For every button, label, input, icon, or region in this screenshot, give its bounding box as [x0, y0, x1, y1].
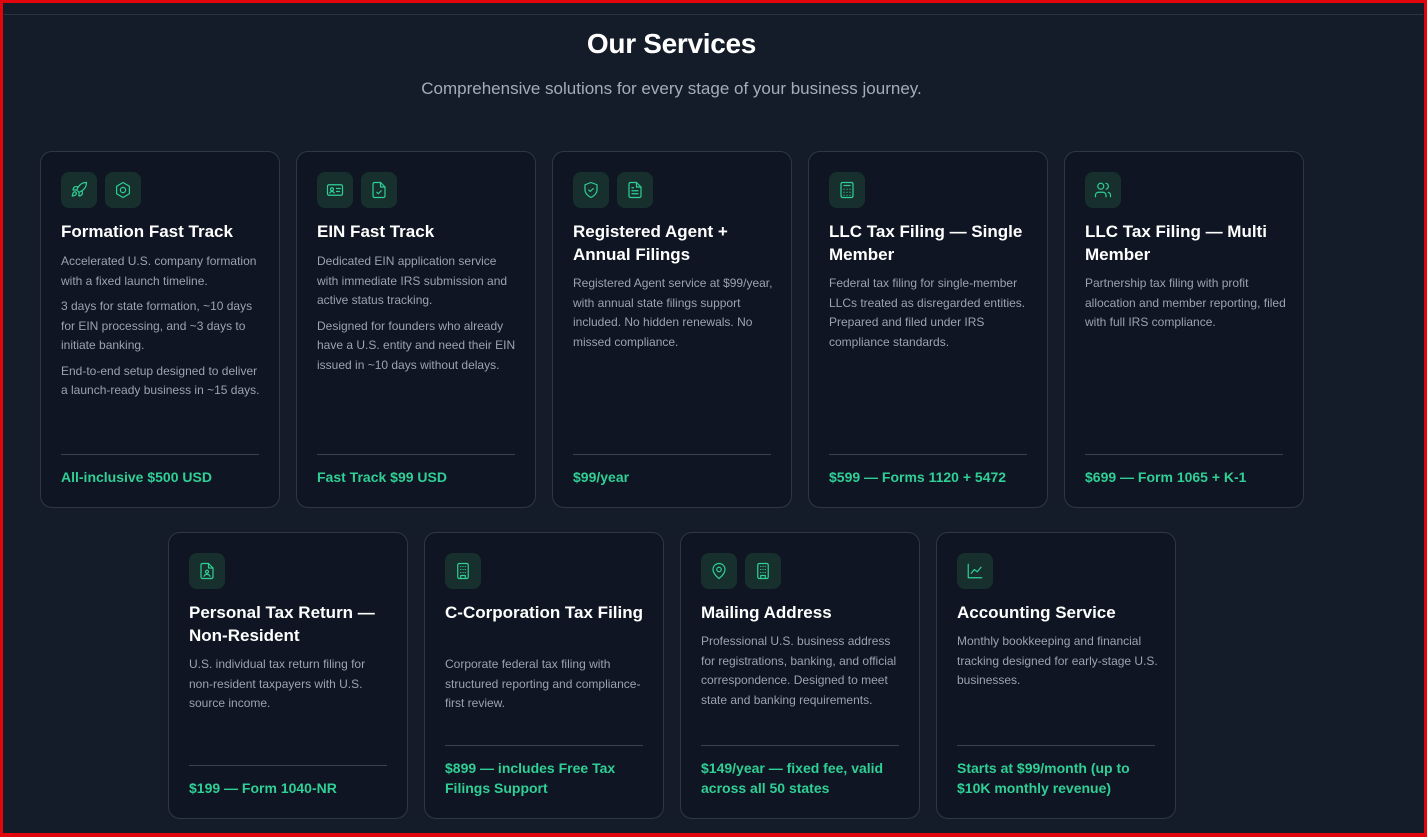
service-icons [957, 553, 993, 589]
service-description: Professional U.S. business address for r… [701, 632, 903, 710]
service-title: Formation Fast Track [61, 222, 233, 241]
service-description: Partnership tax filing with profit alloc… [1085, 274, 1287, 333]
users-icon [1085, 172, 1121, 208]
line-chart-icon [957, 553, 993, 589]
service-title: Personal Tax Return — Non-Resident [189, 603, 375, 645]
service-icons [317, 172, 397, 208]
header-divider [4, 14, 1423, 15]
service-description: Registered Agent service at $99/year, wi… [573, 274, 775, 352]
service-icons [701, 553, 781, 589]
service-description: Dedicated EIN application service with i… [317, 252, 519, 375]
service-title: EIN Fast Track [317, 222, 435, 241]
service-icons [829, 172, 865, 208]
service-card: Registered Agent + Annual Filings Registe… [552, 151, 792, 508]
service-icons [1085, 172, 1121, 208]
file-check-icon [361, 172, 397, 208]
service-icons [573, 172, 653, 208]
service-title: LLC Tax Filing — Single Member [829, 222, 1023, 264]
service-description-paragraph: U.S. individual tax return filing for no… [189, 657, 366, 710]
service-title: LLC Tax Filing — Multi Member [1085, 222, 1267, 264]
service-card: LLC Tax Filing — Single Member Federal ta… [808, 151, 1048, 508]
page-title: Our Services [586, 28, 757, 59]
price-divider [189, 765, 387, 766]
service-card: Accounting Service Monthly bookkeeping an… [936, 532, 1176, 819]
price-divider [1085, 454, 1283, 455]
service-description-paragraph: Registered Agent service at $99/year, wi… [573, 276, 773, 349]
price-divider [61, 454, 259, 455]
service-icons [189, 553, 225, 589]
service-description-paragraph: Corporate federal tax filing with struct… [445, 657, 641, 710]
service-description: Corporate federal tax filing with struct… [445, 655, 647, 714]
service-card: EIN Fast Track Dedicated EIN application … [296, 151, 536, 508]
price-divider [317, 454, 515, 455]
service-title: Registered Agent + Annual Filings [573, 222, 728, 264]
service-price: Fast Track $99 USD [317, 469, 447, 485]
price-divider [957, 745, 1155, 746]
service-price: $899 — includes Free Tax Filings Support [445, 760, 616, 796]
service-price: $99/year [573, 469, 630, 485]
service-description-paragraph: Professional U.S. business address for r… [701, 634, 897, 707]
rocket-icon [61, 172, 97, 208]
price-divider [701, 745, 899, 746]
service-description-paragraph: Designed for founders who already have a… [317, 318, 516, 372]
service-price: $599 — Forms 1120 + 5472 [829, 469, 1007, 485]
service-card: C-Corporation Tax Filing Corporate federa… [424, 532, 664, 819]
service-price: $699 — Form 1065 + K-1 [1085, 469, 1247, 485]
service-price: $149/year — fixed fee, valid across all … [701, 760, 884, 796]
id-card-icon [317, 172, 353, 208]
service-description-paragraph: Monthly bookkeeping and financial tracki… [957, 634, 1158, 687]
calculator-icon [829, 172, 865, 208]
service-icons [445, 553, 481, 589]
price-divider [445, 745, 643, 746]
map-pin-icon [701, 553, 737, 589]
service-price: All-inclusive $500 USD [61, 469, 212, 485]
building-icon [445, 553, 481, 589]
service-card: Personal Tax Return — Non-Resident U.S. i… [168, 532, 408, 819]
page-subtitle: Comprehensive solutions for every stage … [421, 79, 922, 98]
service-card: Mailing Address Professional U.S. busines… [680, 532, 920, 819]
service-icons [61, 172, 141, 208]
service-title: Accounting Service [957, 603, 1116, 622]
service-description-paragraph: 3 days for state formation, ~10 days for… [61, 299, 253, 352]
service-description: Monthly bookkeeping and financial tracki… [957, 632, 1159, 691]
service-description-paragraph: Federal tax filing for single-member LLC… [829, 276, 1026, 349]
service-card: Formation Fast Track Accelerated U.S. com… [40, 151, 280, 508]
service-description-paragraph: End-to-end setup designed to deliver a l… [61, 363, 260, 398]
service-description: Federal tax filing for single-member LLC… [829, 274, 1031, 352]
service-description: Accelerated U.S. company formation with … [61, 252, 263, 401]
document-icon [617, 172, 653, 208]
service-price: Starts at $99/month (up to $10K monthly … [957, 760, 1130, 796]
service-description-paragraph: Partnership tax filing with profit alloc… [1085, 276, 1286, 329]
shield-check-icon [573, 172, 609, 208]
service-price: $199 — Form 1040-NR [189, 780, 337, 796]
price-divider [573, 454, 771, 455]
service-card: LLC Tax Filing — Multi Member Partnership… [1064, 151, 1304, 508]
building-icon [745, 553, 781, 589]
service-description: U.S. individual tax return filing for no… [189, 655, 391, 714]
file-user-icon [189, 553, 225, 589]
service-title: Mailing Address [701, 603, 832, 622]
service-description-paragraph: Accelerated U.S. company formation with … [61, 254, 257, 288]
service-title: C-Corporation Tax Filing [445, 603, 644, 622]
service-description-paragraph: Dedicated EIN application service with i… [317, 254, 508, 307]
price-divider [829, 454, 1027, 455]
hexagon-nut-icon [105, 172, 141, 208]
